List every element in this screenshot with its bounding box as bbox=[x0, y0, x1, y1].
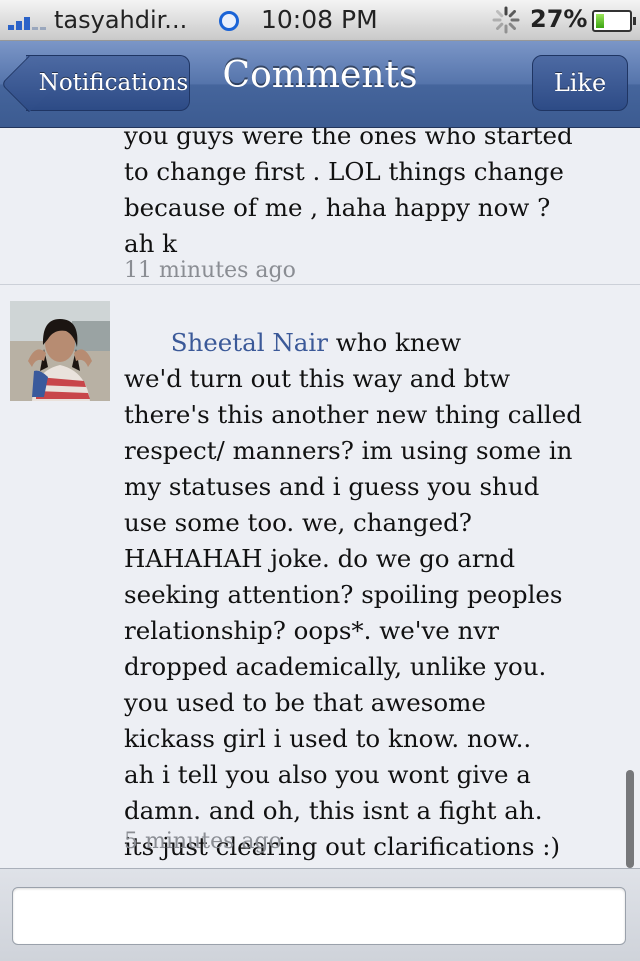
comment-timestamp: 11 minutes ago bbox=[124, 258, 296, 283]
status-time: 10:08 PM bbox=[261, 5, 378, 34]
signal-strength-icon bbox=[8, 12, 52, 30]
comment-timestamp: 5 minutes ago bbox=[124, 829, 282, 854]
activity-spinner-icon bbox=[492, 6, 520, 34]
comment-text: you guys were the ones who started to ch… bbox=[124, 128, 573, 258]
comment-author-link[interactable]: Sheetal Nair bbox=[171, 328, 328, 357]
scrollbar[interactable] bbox=[626, 770, 634, 868]
navigation-bar: Notifications Comments Like bbox=[0, 41, 640, 128]
like-button[interactable]: Like bbox=[532, 55, 628, 111]
comment-item: you guys were the ones who started to ch… bbox=[0, 128, 640, 285]
back-button-label: Notifications bbox=[38, 70, 189, 96]
page-title: Comments bbox=[222, 55, 418, 96]
comment-text: Sheetal Nair who knew we'd turn out this… bbox=[124, 289, 630, 868]
comments-list[interactable]: you guys were the ones who started to ch… bbox=[0, 128, 640, 868]
comment-body: who knew we'd turn out this way and btw … bbox=[124, 328, 582, 861]
comment-input[interactable] bbox=[12, 887, 626, 945]
status-bar: tasyahdir... 10:08 PM 27% bbox=[0, 0, 640, 41]
comment-item: Sheetal Nair who knew we'd turn out this… bbox=[0, 285, 640, 868]
comment-composer bbox=[0, 868, 640, 961]
back-button-notifications[interactable]: Notifications bbox=[0, 55, 190, 113]
carrier-name: tasyahdir... bbox=[54, 6, 188, 34]
avatar[interactable] bbox=[10, 301, 110, 401]
sync-icon bbox=[219, 11, 239, 31]
battery-percent: 27% bbox=[530, 5, 588, 33]
battery-icon bbox=[592, 10, 636, 32]
